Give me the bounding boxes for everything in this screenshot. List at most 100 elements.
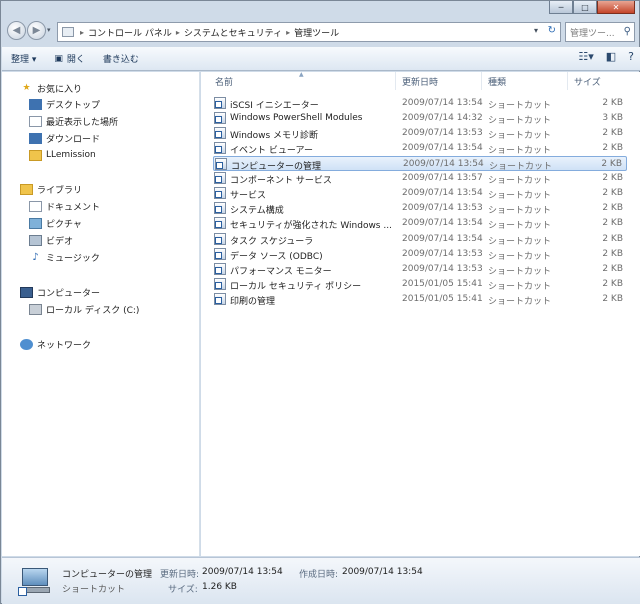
file-name: システム構成 [230, 206, 284, 216]
file-row[interactable]: サービス 2009/07/14 13:54 ショートカット 2 KB [213, 186, 627, 201]
shortcut-icon [214, 112, 226, 124]
search-box[interactable]: 管理ツー... ⚲ [565, 22, 635, 42]
organize-button[interactable]: 整理 ▾ [2, 49, 45, 69]
file-name: Windows PowerShell Modules [230, 113, 363, 123]
file-row[interactable]: 印刷の管理 2015/01/05 15:41 ショートカット 2 KB [213, 292, 627, 307]
search-icon[interactable]: ⚲ [624, 26, 631, 37]
column-type[interactable]: 種類 [488, 75, 506, 88]
close-button[interactable]: ✕ [597, 1, 635, 14]
nav-libraries[interactable]: ライブラリ [20, 181, 218, 197]
file-size: 2 KB [601, 159, 622, 169]
column-date[interactable]: 更新日時 [402, 75, 438, 88]
details-created-value: 2009/07/14 13:54 [342, 567, 423, 577]
navigation-pane: ★ お気に入り デスクトップ 最近表示した場所 ダウンロード LLemission… [2, 72, 200, 556]
nav-music[interactable]: ♪ ミュージック [29, 249, 227, 265]
open-button[interactable]: ▣ 開く [45, 49, 94, 69]
file-date: 2009/07/14 13:54 [402, 188, 483, 198]
file-row[interactable]: パフォーマンス モニター 2009/07/14 13:53 ショートカット 2 KB [213, 262, 627, 277]
nav-computer[interactable]: コンピューター [20, 284, 218, 300]
file-size: 2 KB [602, 249, 623, 259]
nav-pictures[interactable]: ピクチャ [29, 215, 227, 231]
open-label: 開く [66, 55, 85, 65]
shortcut-icon [214, 127, 226, 139]
back-arrow-icon: ◀ [12, 25, 21, 36]
file-date: 2015/01/05 15:41 [402, 279, 483, 289]
file-date: 2015/01/05 15:41 [402, 294, 483, 304]
file-row[interactable]: イベント ビューアー 2009/07/14 13:54 ショートカット 2 KB [213, 141, 627, 156]
file-row[interactable]: iSCSI イニシエーター 2009/07/14 13:54 ショートカット 2 KB [213, 96, 627, 111]
folder-icon [29, 149, 42, 161]
nav-downloads[interactable]: ダウンロード [29, 130, 227, 146]
file-row[interactable]: ローカル セキュリティ ポリシー 2015/01/05 15:41 ショートカット 2… [213, 277, 627, 292]
nav-documents[interactable]: ドキュメント [29, 198, 227, 214]
computer-management-icon [18, 566, 52, 596]
recent-pages-dropdown-icon[interactable]: ▾ [47, 26, 51, 34]
minimize-button[interactable]: ─ [549, 1, 573, 14]
breadcrumb-system-security[interactable]: システムとセキュリティ [184, 26, 282, 39]
file-name: タスク スケジューラ [230, 237, 314, 247]
nav-label: ピクチャ [46, 219, 82, 230]
column-divider[interactable] [395, 72, 396, 90]
nav-local-disk[interactable]: ローカル ディスク (C:) [29, 301, 227, 317]
column-divider[interactable] [567, 72, 568, 90]
details-size-label: サイズ: [168, 585, 198, 595]
caption-buttons: ─ □ ✕ [549, 1, 635, 15]
file-date: 2009/07/14 14:32 [402, 113, 483, 123]
forward-button[interactable]: ▶ [27, 21, 46, 40]
file-row[interactable]: タスク スケジューラ 2009/07/14 13:54 ショートカット 2 KB [213, 232, 627, 247]
back-button[interactable]: ◀ [7, 21, 26, 40]
view-options-icon[interactable]: ☷▾ [578, 50, 593, 63]
breadcrumb-separator-icon[interactable]: ▸ [76, 28, 88, 37]
column-size[interactable]: サイズ [574, 75, 601, 88]
file-type: ショートカット [488, 206, 552, 216]
address-bar[interactable]: ▸ コントロール パネル ▸ システムとセキュリティ ▸ 管理ツール ▾ ↻ [57, 22, 561, 42]
file-date: 2009/07/14 13:54 [403, 159, 484, 169]
file-row-selected[interactable]: コンピューターの管理 2009/07/14 13:54 ショートカット 2 KB [213, 156, 627, 172]
star-icon: ★ [22, 83, 31, 93]
column-divider[interactable] [481, 72, 482, 90]
file-date: 2009/07/14 13:57 [402, 173, 483, 183]
breadcrumb-control-panel[interactable]: コントロール パネル [88, 26, 172, 39]
file-row[interactable]: システム構成 2009/07/14 13:53 ショートカット 2 KB [213, 201, 627, 216]
nav-label: LLemission [46, 150, 96, 160]
nav-favorites[interactable]: ★ お気に入り [20, 80, 218, 96]
shortcut-icon [214, 263, 226, 275]
file-date: 2009/07/14 13:53 [402, 128, 483, 138]
file-row[interactable]: セキュリティが強化された Windows ... 2009/07/14 13:54… [213, 216, 627, 231]
nav-desktop[interactable]: デスクトップ [29, 96, 227, 112]
help-icon[interactable]: ? [628, 50, 634, 63]
file-type: ショートカット [488, 191, 552, 201]
file-row[interactable]: データ ソース (ODBC) 2009/07/14 13:53 ショートカット 2 K… [213, 247, 627, 262]
refresh-icon[interactable]: ↻ [548, 25, 556, 36]
nav-label: ライブラリ [37, 185, 83, 196]
maximize-button[interactable]: □ [573, 1, 597, 14]
burn-label: 書き込む [102, 55, 139, 65]
breadcrumb-separator-icon[interactable]: ▸ [172, 28, 184, 37]
file-row[interactable]: Windows メモリ診断 2009/07/14 13:53 ショートカット 2 KB [213, 126, 627, 141]
music-icon: ♪ [32, 251, 39, 263]
column-name[interactable]: 名前 [215, 75, 233, 88]
burn-button[interactable]: 書き込む [94, 49, 148, 69]
file-row[interactable]: Windows PowerShell Modules 2009/07/14 14:… [213, 111, 627, 126]
file-name: イベント ビューアー [230, 146, 313, 156]
file-type: ショートカット [488, 176, 552, 186]
nav-network[interactable]: ネットワーク [20, 336, 218, 352]
file-date: 2009/07/14 13:54 [402, 98, 483, 108]
file-type: ショートカット [488, 237, 552, 247]
recent-places-icon [29, 115, 42, 127]
file-name: コンポーネント サービス [230, 176, 332, 186]
file-size: 2 KB [602, 264, 623, 274]
nav-videos[interactable]: ビデオ [29, 232, 227, 248]
breadcrumb-admin-tools[interactable]: 管理ツール [294, 26, 339, 39]
preview-pane-icon[interactable]: ◧ [606, 50, 616, 63]
details-modified-value: 2009/07/14 13:54 [202, 567, 283, 577]
file-row[interactable]: コンポーネント サービス 2009/07/14 13:57 ショートカット 2 KB [213, 171, 627, 186]
address-dropdown-icon[interactable]: ▾ [534, 26, 538, 35]
nav-llemission[interactable]: LLemission [29, 147, 227, 163]
breadcrumb-separator-icon[interactable]: ▸ [282, 28, 294, 37]
file-size: 2 KB [602, 128, 623, 138]
file-name: iSCSI イニシエーター [230, 101, 319, 111]
details-name: コンピューターの管理 [62, 570, 153, 580]
file-size: 2 KB [602, 279, 623, 289]
nav-recent-places[interactable]: 最近表示した場所 [29, 113, 227, 129]
